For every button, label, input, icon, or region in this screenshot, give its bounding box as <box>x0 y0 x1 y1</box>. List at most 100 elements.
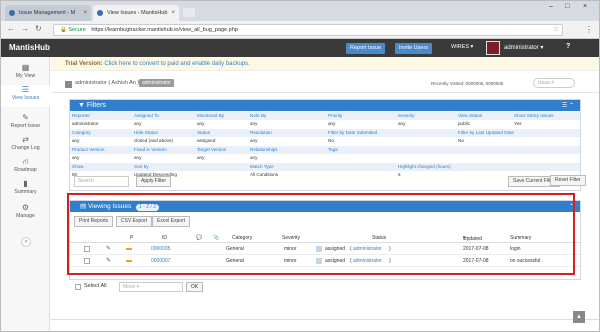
back-icon[interactable]: ← <box>7 24 15 33</box>
user-menu[interactable]: administrator ▾ <box>504 44 543 51</box>
url-text: https://learnbugtracker.mantishub.io/vie… <box>91 27 238 33</box>
ok-button[interactable]: OK <box>186 282 204 292</box>
filter-value-row: administrator any any any any any public Yes <box>70 120 580 128</box>
filter-label[interactable]: Filter by Last Updated Date <box>458 129 514 137</box>
filters-panel: ▼ Filters ☰ ⌃ Reporter Assigned To Monitor… <box>69 99 581 191</box>
sidebar-collapse-button[interactable]: « <box>21 237 31 247</box>
filter-value: any <box>197 155 205 160</box>
sidebar-item-label: View Issues <box>11 95 40 101</box>
filter-label[interactable]: Category <box>72 129 91 137</box>
close-icon[interactable]: × <box>171 5 175 21</box>
retweet-icon: ⇄ <box>22 135 29 144</box>
sidebar-item-change-log[interactable]: ⇄ Change Log <box>1 135 50 157</box>
filter-label[interactable]: Monitored By <box>197 112 224 120</box>
filter-value: Yes <box>514 121 522 126</box>
filter-label[interactable]: View Status <box>458 112 482 120</box>
filter-value: any <box>328 121 336 126</box>
sidebar-item-manage[interactable]: ⚙ Manage <box>1 203 50 225</box>
filter-label[interactable]: Highlight changed (hours) <box>398 163 451 171</box>
road-icon: ⛙ <box>22 157 29 166</box>
highlight-box <box>67 193 575 275</box>
sidebar-item-view-issues[interactable]: ☰ View Issues <box>1 85 50 107</box>
report-issue-label: Report Issue <box>350 45 382 51</box>
secure-label: Secure <box>68 27 86 33</box>
filter-label[interactable]: Note By <box>250 112 266 120</box>
tab-label: Issue Management - M <box>19 10 76 16</box>
bulk-action-value: Move <box>123 284 136 290</box>
sidebar-item-roadmap[interactable]: ⛙ Roadmap <box>1 157 50 179</box>
bar-chart-icon: ▮ <box>23 179 28 188</box>
trial-link[interactable]: Click here to convert to paid and enable… <box>104 61 249 67</box>
tab-issue-management[interactable]: Issue Management - M × <box>5 5 91 21</box>
avatar[interactable] <box>486 41 500 55</box>
filter-label[interactable]: Match Type <box>250 163 274 171</box>
filter-label[interactable]: Show <box>72 163 84 171</box>
filter-label[interactable]: Resolution <box>250 129 272 137</box>
filter-label[interactable]: Hide Status <box>134 129 158 137</box>
close-icon[interactable]: × <box>83 5 87 21</box>
bookmark-star-icon[interactable]: ☆ <box>553 25 559 33</box>
sidebar-item-report-issue[interactable]: ✎ Report Issue <box>1 113 50 135</box>
url-input[interactable]: 🔒 Secure https://learnbugtracker.mantish… <box>53 24 563 36</box>
sidebar-item-my-view[interactable]: ▦ My View <box>1 63 50 85</box>
filter-label[interactable]: Product Version <box>72 146 104 154</box>
maximize-icon[interactable]: □ <box>565 3 569 10</box>
filter-label-row: Product Version Fixed in Version Target Ve… <box>70 146 580 154</box>
invite-users-button[interactable]: Invite Users <box>395 43 433 54</box>
gear-icon: ⚙ <box>21 203 30 212</box>
new-tab-button[interactable] <box>183 8 195 17</box>
sidebar-item-summary[interactable]: ▮ Summary <box>1 179 50 201</box>
filter-label[interactable]: Filter by Date Submitted <box>328 129 377 137</box>
report-issue-button[interactable]: Report Issue <box>346 43 386 54</box>
close-window-icon[interactable]: × <box>583 3 587 10</box>
footer-divider <box>51 319 599 320</box>
brand-logo[interactable]: MantisHub <box>9 43 50 52</box>
filter-value: any <box>134 121 142 126</box>
filter-value: any <box>197 121 205 126</box>
filter-label[interactable]: Status <box>197 129 210 137</box>
filter-value: 6 <box>398 172 401 177</box>
filter-icon: ▼ <box>78 102 87 109</box>
tab-strip: Issue Management - M × View Issues - Man… <box>1 1 599 21</box>
dashboard-icon: ▦ <box>21 63 30 72</box>
filter-label[interactable]: Relationships <box>250 146 278 154</box>
filter-label[interactable]: Fixed in Version <box>134 146 167 154</box>
filter-label-row: Reporter Assigned To Monitored By Note By Pr… <box>70 112 580 120</box>
project-selector[interactable]: WIRES ▾ <box>451 44 473 50</box>
bulk-action-select[interactable]: Move ▾ <box>119 282 183 292</box>
recently-visited[interactable]: Recently Visited: 0000006, 0000005 <box>431 81 503 86</box>
lock-icon: 🔒 <box>60 27 67 33</box>
breadcrumb-user[interactable]: administrator ( Ashish An ) <box>75 80 139 86</box>
reload-icon[interactable]: ↻ <box>35 24 42 33</box>
tab-view-issues[interactable]: View Issues - MantisHub × <box>93 5 179 21</box>
filter-label-row: Show Sort by Match Type Highlight changed (… <box>70 163 580 171</box>
forward-icon[interactable]: → <box>21 24 29 33</box>
apply-filter-button[interactable]: Apply Filter <box>136 176 172 187</box>
browser-window: Issue Management - M × View Issues - Man… <box>0 0 600 332</box>
minimize-icon[interactable]: – <box>549 3 553 10</box>
select-all-checkbox[interactable] <box>75 284 81 290</box>
filter-value: any <box>250 121 258 126</box>
filter-label[interactable]: Show Sticky Issues <box>514 112 554 120</box>
search-input[interactable]: Search <box>74 176 129 187</box>
filter-label[interactable]: Reporter <box>72 112 90 120</box>
top-navbar: MantisHub Report Issue Invite Users WIRE… <box>1 39 599 57</box>
sidebar-item-label: Roadmap <box>14 167 37 173</box>
filter-label[interactable]: Tags <box>328 146 338 154</box>
filter-label[interactable]: Target Version <box>197 146 226 154</box>
scroll-up-button[interactable]: ▲ <box>573 311 585 323</box>
help-button[interactable]: ? <box>566 43 570 50</box>
filters-title: Filters <box>86 102 106 109</box>
filter-label[interactable]: Sort by <box>134 163 149 171</box>
filter-value: any <box>72 138 80 143</box>
browser-menu-icon[interactable]: ⋮ <box>585 25 593 34</box>
filter-label[interactable]: Priority <box>328 112 342 120</box>
filter-label[interactable]: Severity <box>398 112 415 120</box>
reset-filter-button[interactable]: Reset Filter <box>550 175 586 186</box>
filter-label[interactable]: Assigned To <box>134 112 159 120</box>
issue-number-input[interactable]: Issue # <box>533 78 575 88</box>
filter-value-row: any any any any <box>70 154 580 162</box>
select-all-label[interactable]: Select All <box>84 283 107 289</box>
filter-value: any <box>134 155 142 160</box>
project-label: WIRES <box>451 44 470 50</box>
